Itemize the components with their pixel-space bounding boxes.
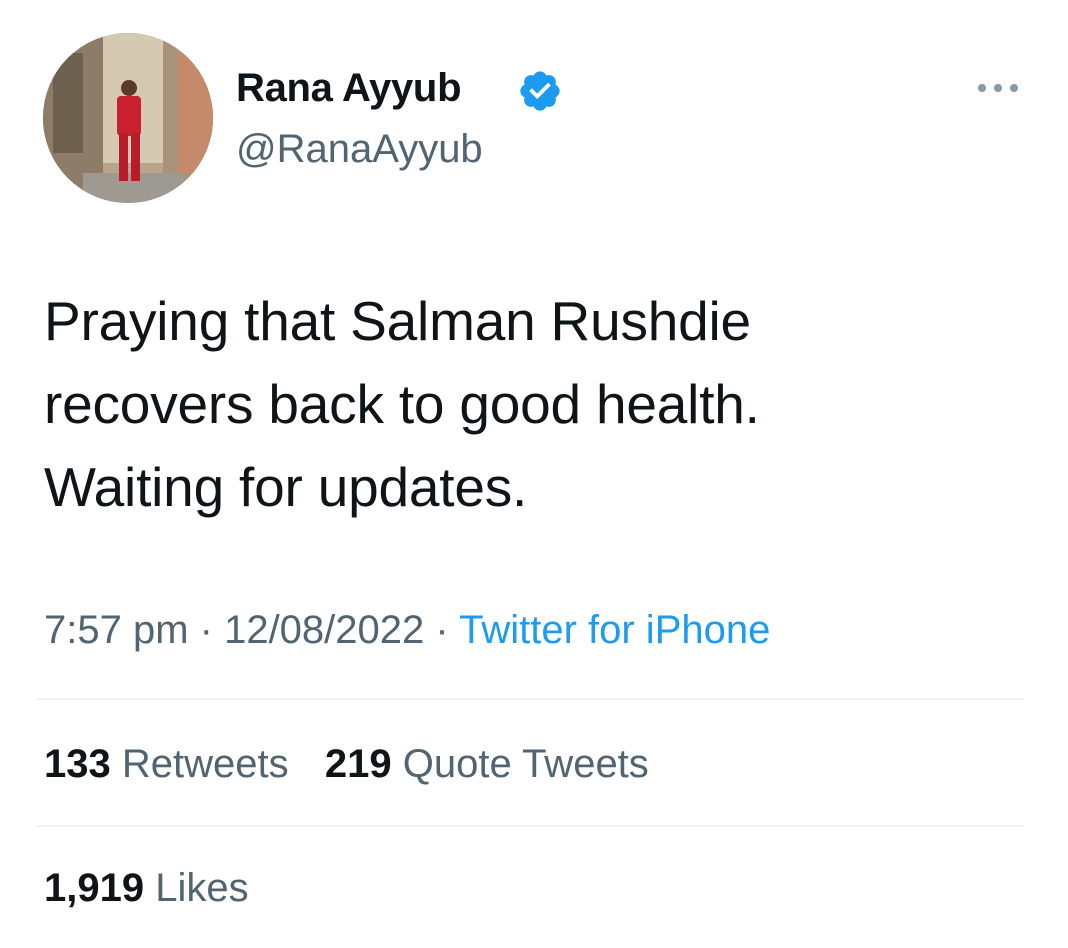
tweet-line: Waiting for updates. bbox=[44, 456, 528, 518]
quote-tweets-label: Quote Tweets bbox=[391, 742, 649, 786]
meta-separator: · bbox=[188, 608, 225, 652]
display-name[interactable]: Rana Ayyub bbox=[236, 62, 462, 114]
retweets-count: 133 bbox=[44, 742, 111, 786]
quote-tweets-stat[interactable]: 219 Quote Tweets bbox=[325, 742, 649, 786]
verified-badge-icon bbox=[520, 71, 560, 111]
more-options-icon[interactable] bbox=[972, 71, 1024, 105]
user-handle[interactable]: @RanaAyyub bbox=[236, 123, 483, 175]
tweet-text: Praying that Salman Rushdie recovers bac… bbox=[44, 280, 1024, 529]
divider bbox=[36, 825, 1024, 827]
tweet-card: Rana Ayyub @RanaAyyub Praying that Salma… bbox=[0, 0, 1068, 948]
engagement-stats: 133 Retweets 219 Quote Tweets bbox=[44, 738, 649, 790]
tweet-line: Praying that Salman Rushdie bbox=[44, 290, 751, 352]
tweet-source-link[interactable]: Twitter for iPhone bbox=[459, 608, 770, 652]
profile-photo-icon bbox=[43, 33, 213, 203]
avatar[interactable] bbox=[43, 33, 213, 203]
quote-tweets-count: 219 bbox=[324, 742, 392, 786]
retweets-stat[interactable]: 133 Retweets bbox=[44, 742, 289, 786]
likes-label: Likes bbox=[144, 866, 249, 910]
tweet-line: recovers back to good health. bbox=[44, 373, 760, 435]
tweet-date[interactable]: 12/08/2022 bbox=[224, 608, 424, 652]
tweet-time[interactable]: 7:57 pm bbox=[44, 608, 189, 652]
tweet-metadata: 7:57 pm · 12/08/2022 · Twitter for iPhon… bbox=[44, 604, 770, 656]
retweets-label: Retweets bbox=[110, 742, 289, 786]
likes-stat[interactable]: 1,919 Likes bbox=[44, 862, 249, 914]
meta-separator: · bbox=[424, 608, 460, 652]
divider bbox=[36, 698, 1024, 700]
likes-count: 1,919 bbox=[44, 866, 145, 910]
